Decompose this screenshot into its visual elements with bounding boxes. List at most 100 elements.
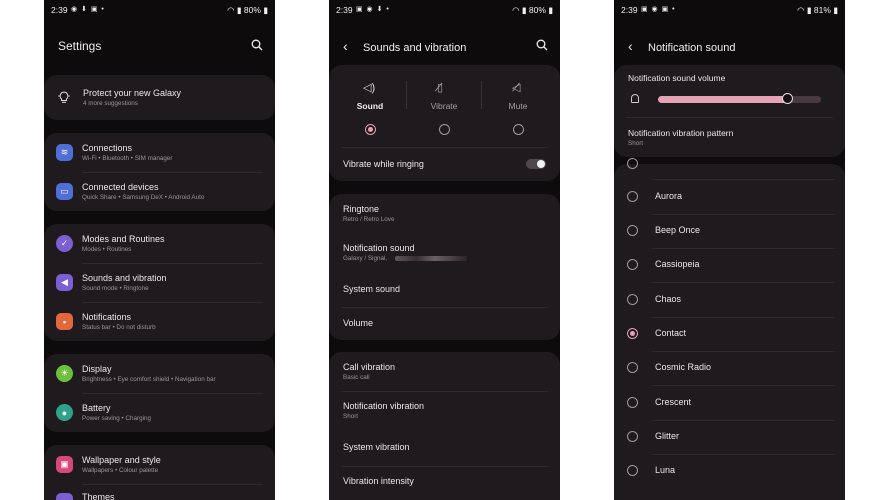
vibrate-while-ringing-toggle[interactable] — [526, 159, 546, 169]
speaker-icon: ◁) — [363, 82, 376, 94]
settings-group-modes: ✓ Modes and Routines Modes • Routines ◀ … — [44, 224, 275, 341]
sound-name: Crescent — [655, 397, 692, 407]
sound-item-contact[interactable]: Contact — [614, 317, 845, 351]
settings-item-title: Sounds and vibration — [82, 273, 167, 283]
sound-settings-group: Ringtone Retro / Retro Love Notification… — [329, 194, 560, 340]
promo-subtitle: 4 more suggestions — [83, 100, 138, 107]
vibration-pattern-row[interactable]: Notification vibration pattern Short — [614, 118, 845, 156]
settings-item-modes-and-routines[interactable]: ✓ Modes and Routines Modes • Routines — [44, 224, 275, 263]
volume-slider[interactable] — [658, 93, 821, 104]
wifi-status-icon: ◠ ▮ — [797, 5, 812, 15]
row-title: Volume — [343, 318, 374, 328]
divider — [481, 81, 482, 109]
system-sound-row[interactable]: System sound — [329, 274, 560, 307]
settings-item-connected-devices[interactable]: ▭ Connected devices Quick Share • Samsun… — [44, 172, 275, 211]
status-bar: 2:39 ◉ ⬇ ▣ • ◠ ▮ 80% ▮ — [51, 5, 268, 18]
vibration-intensity-row[interactable]: Vibration intensity — [329, 466, 560, 500]
lightbulb-icon — [58, 91, 70, 103]
page-title: Settings — [58, 39, 102, 53]
sound-item-cosmic-radio[interactable]: Cosmic Radio — [614, 351, 845, 385]
search-icon[interactable] — [251, 39, 263, 51]
settings-item-title: Display — [82, 364, 112, 374]
row-title: Notification vibration — [343, 401, 425, 411]
sound-item-luna[interactable]: Luna — [614, 454, 845, 488]
settings-item-subtitle: Brightness • Eye comfort shield • Naviga… — [82, 376, 216, 383]
row-subtitle: Short — [343, 413, 359, 420]
sound-item-aurora[interactable]: Aurora — [614, 180, 845, 214]
sound-mode-mute[interactable]: ◁̸ Mute — [487, 77, 549, 142]
sound-radio-selected[interactable] — [627, 328, 638, 339]
volume-row[interactable]: Volume — [329, 307, 560, 340]
settings-item-title: Connections — [82, 143, 133, 153]
sun-icon: ☀ — [56, 365, 73, 382]
sound-list: Aurora Beep Once Cassiopeia Chaos Contac… — [614, 158, 845, 500]
sound-name: Aurora — [655, 191, 683, 201]
sound-radio[interactable] — [627, 362, 638, 373]
notification-sound-row[interactable]: Notification sound Galaxy / Signal, — [329, 234, 560, 274]
bell-icon — [631, 94, 639, 103]
settings-item-title: Notifications — [82, 312, 132, 322]
settings-item-notifications[interactable]: ▪ Notifications Status bar • Do not dist… — [44, 302, 275, 341]
sound-radio[interactable] — [627, 259, 638, 270]
sound-radio[interactable] — [627, 294, 638, 305]
row-title: Notification sound — [343, 243, 415, 253]
settings-item-themes[interactable]: ▲ Themes — [44, 484, 275, 500]
sound-radio[interactable] — [627, 431, 638, 442]
speaker-icon: ◀ — [56, 274, 73, 291]
system-vibration-row[interactable]: System vibration — [329, 432, 560, 466]
sound-mode-radio[interactable] — [365, 124, 376, 135]
battery-icon: ▮ — [833, 5, 838, 15]
back-arrow-icon[interactable]: ‹ — [628, 38, 642, 54]
sound-radio[interactable] — [627, 397, 638, 408]
settings-item-battery[interactable]: ● Battery Power saving • Charging — [44, 393, 275, 432]
settings-item-subtitle: Status bar • Do not disturb — [82, 324, 156, 331]
sound-item-crescent[interactable]: Crescent — [614, 386, 845, 420]
page-title: Sounds and vibration — [363, 42, 467, 54]
sound-item-beep-once[interactable]: Beep Once — [614, 214, 845, 248]
settings-item-sounds-and-vibration[interactable]: ◀ Sounds and vibration Sound mode • Ring… — [44, 263, 275, 302]
sound-radio[interactable] — [627, 191, 638, 202]
search-icon[interactable] — [536, 39, 548, 51]
sound-mode-vibrate[interactable]: ▯̸ Vibrate — [413, 77, 475, 142]
header: ‹ Sounds and vibration — [343, 38, 466, 54]
settings-group-connections: ≋ Connections Wi-Fi • Bluetooth • SIM ma… — [44, 133, 275, 211]
sound-mode-radio[interactable] — [439, 124, 450, 135]
row-title: System sound — [343, 284, 401, 294]
sound-name: Cassiopeia — [655, 259, 700, 269]
settings-item-display[interactable]: ☀ Display Brightness • Eye comfort shiel… — [44, 354, 275, 393]
settings-item-title: Modes and Routines — [82, 234, 165, 244]
sound-radio[interactable] — [627, 465, 638, 476]
sound-name: Beep Once — [655, 225, 701, 235]
palette-icon: ▣ — [56, 456, 73, 473]
back-arrow-icon[interactable]: ‹ — [343, 38, 357, 54]
notification-vibration-row[interactable]: Notification vibration Short — [329, 392, 560, 432]
sound-item-glitter[interactable]: Glitter — [614, 420, 845, 454]
call-vibration-row[interactable]: Call vibration Basic call — [329, 352, 560, 392]
wifi-icon: ≋ — [56, 144, 73, 161]
sound-radio[interactable] — [627, 158, 638, 169]
sound-name: Glitter — [655, 431, 680, 441]
sound-mode-sound[interactable]: ◁) Sound — [339, 77, 401, 142]
sound-radio[interactable] — [627, 225, 638, 236]
status-bar: 2:39 ▣ ◉ ▣ • ◠ ▮ 81% ▮ — [621, 5, 838, 18]
settings-group-display: ☀ Display Brightness • Eye comfort shiel… — [44, 354, 275, 432]
sound-item-chaos[interactable]: Chaos — [614, 283, 845, 317]
battery-icon: ▮ — [263, 5, 268, 15]
volume-slider-fill — [658, 96, 789, 103]
devices-icon: ▭ — [56, 183, 73, 200]
settings-item-title: Connected devices — [82, 182, 159, 192]
vibrate-while-ringing-row[interactable]: Vibrate while ringing — [329, 147, 560, 181]
sound-mode-label: Sound — [356, 101, 384, 111]
battery-icon: ▮ — [548, 5, 553, 15]
page-title: Notification sound — [648, 42, 736, 54]
themes-icon: ▲ — [56, 493, 73, 500]
row-subtitle: Basic call — [343, 374, 370, 381]
sound-mode-radio[interactable] — [513, 124, 524, 135]
sound-item-cassiopeia[interactable]: Cassiopeia — [614, 248, 845, 282]
promo-card[interactable]: Protect your new Galaxy 4 more suggestio… — [44, 75, 275, 120]
blurred-text — [395, 256, 467, 261]
settings-item-wallpaper-and-style[interactable]: ▣ Wallpaper and style Wallpapers • Colou… — [44, 445, 275, 484]
settings-item-connections[interactable]: ≋ Connections Wi-Fi • Bluetooth • SIM ma… — [44, 133, 275, 172]
ringtone-row[interactable]: Ringtone Retro / Retro Love — [329, 194, 560, 234]
vibrate-while-ringing-label: Vibrate while ringing — [343, 159, 424, 169]
